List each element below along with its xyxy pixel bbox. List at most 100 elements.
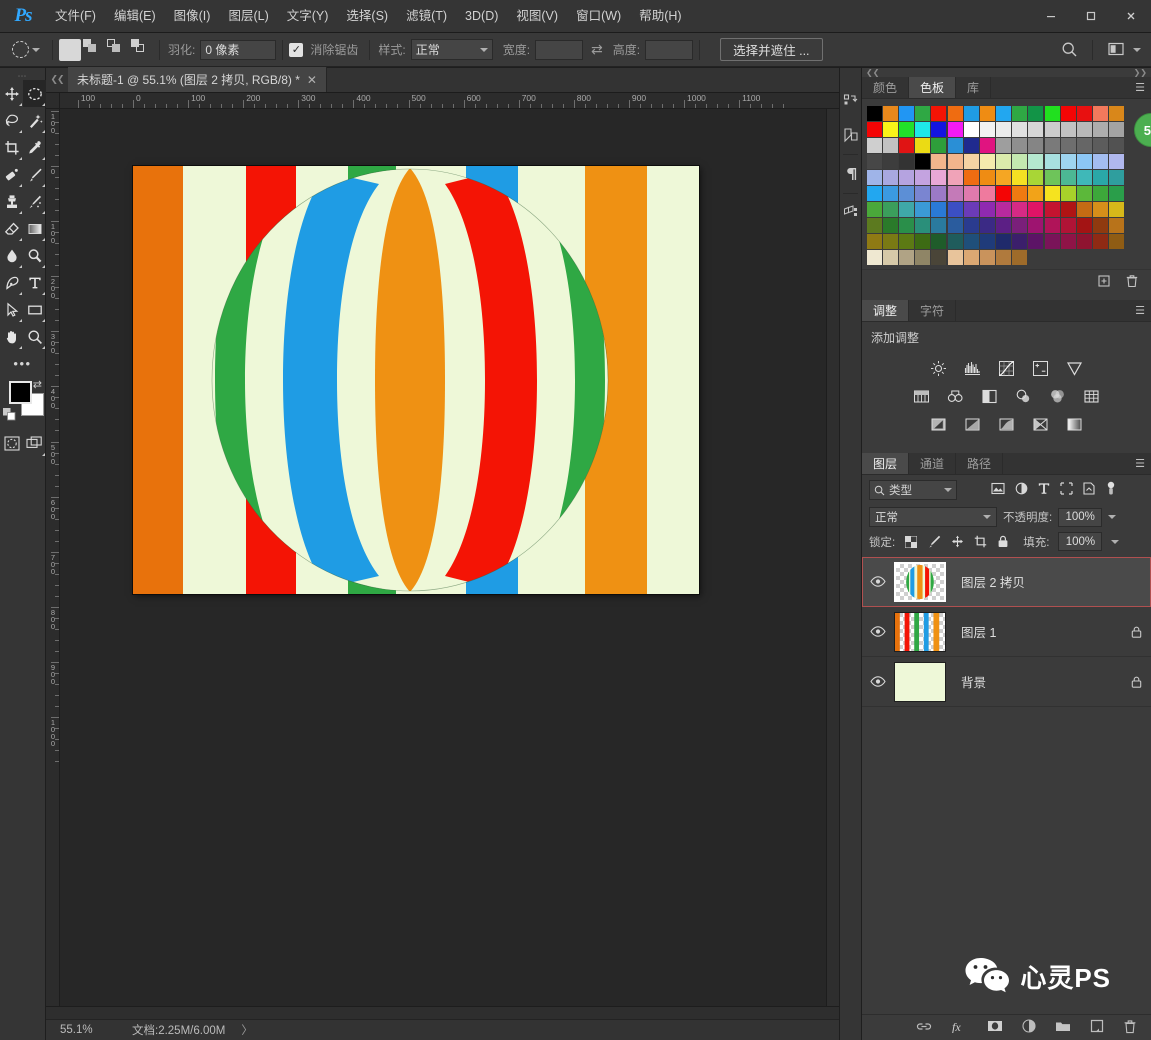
swatch-8-13[interactable] [1077,233,1093,249]
swatch-0-5[interactable] [947,105,963,121]
swatch-5-14[interactable] [1093,185,1109,201]
screen-mode-icon[interactable] [23,430,46,457]
intersect-selection-button[interactable] [131,38,153,61]
swatch-8-6[interactable] [963,233,979,249]
menu-image[interactable]: 图像(I) [165,0,220,33]
blend-mode-select[interactable]: 正常 [869,507,997,527]
link-layers-icon[interactable] [916,1021,932,1035]
swatch-4-4[interactable] [931,169,947,185]
swatch-7-3[interactable] [915,217,931,233]
swatch-6-6[interactable] [963,201,979,217]
history-icon[interactable] [840,84,861,118]
menu-window[interactable]: 窗口(W) [567,0,630,33]
layer-name[interactable]: 图层 2 拷贝 [946,572,1121,591]
zoom-tool[interactable] [23,323,46,350]
swatch-4-13[interactable] [1077,169,1093,185]
swatch-4-8[interactable] [996,169,1012,185]
layer-visibility-toggle[interactable] [862,626,894,637]
swatch-1-11[interactable] [1044,121,1060,137]
filter-smart-icon[interactable] [1083,482,1095,498]
swatch-7-8[interactable] [996,217,1012,233]
swatch-7-2[interactable] [898,217,914,233]
swatch-8-1[interactable] [882,233,898,249]
document-tab[interactable]: 未标题-1 @ 55.1% (图层 2 拷贝, RGB/8) * ✕ [68,67,327,92]
swatch-3-10[interactable] [1028,153,1044,169]
path-selection-tool[interactable] [0,296,23,323]
layer-style-fx-icon[interactable]: fx [951,1020,968,1036]
table-row[interactable]: 背景 [862,657,1151,707]
swatch-3-2[interactable] [898,153,914,169]
new-adjustment-icon[interactable] [1022,1019,1036,1036]
channel-mixer-icon[interactable] [1048,386,1068,406]
swatch-2-8[interactable] [996,137,1012,153]
swatch-6-13[interactable] [1077,201,1093,217]
levels-icon[interactable] [963,358,983,378]
swatch-1-0[interactable] [866,121,882,137]
lock-artboard-icon[interactable] [973,535,987,549]
swatch-5-2[interactable] [898,185,914,201]
selective-color-icon[interactable] [1031,414,1051,434]
document-canvas[interactable] [133,166,699,594]
dodge-tool[interactable] [23,242,46,269]
swatch-8-7[interactable] [979,233,995,249]
menu-select[interactable]: 选择(S) [337,0,397,33]
eyedropper-tool[interactable] [23,134,46,161]
minimize-button[interactable] [1031,0,1071,33]
swatch-4-9[interactable] [1012,169,1028,185]
swatch-1-8[interactable] [996,121,1012,137]
menu-help[interactable]: 帮助(H) [630,0,690,33]
swatch-0-10[interactable] [1028,105,1044,121]
fill-value[interactable]: 100% [1058,532,1103,551]
swatch-1-5[interactable] [947,121,963,137]
swatch-6-2[interactable] [898,201,914,217]
swatch-2-5[interactable] [947,137,963,153]
magic-wand-tool[interactable] [23,107,46,134]
quick-mask-icon[interactable] [0,430,23,457]
swatch-3-7[interactable] [979,153,995,169]
layer-filter-select[interactable]: 类型 [869,480,957,500]
swatch-7-15[interactable] [1109,217,1125,233]
status-expand-icon[interactable]: 〉 [241,1022,253,1038]
black-white-icon[interactable] [980,386,1000,406]
width-input[interactable] [535,39,584,60]
swatch-4-7[interactable] [979,169,995,185]
swatch-0-4[interactable] [931,105,947,121]
swatch-2-1[interactable] [882,137,898,153]
swatch-1-12[interactable] [1060,121,1076,137]
paragraph-icon[interactable] [840,157,861,191]
lasso-tool[interactable] [0,107,23,134]
panel-menu-icon[interactable]: ☰ [1129,77,1151,98]
swatch-2-9[interactable] [1012,137,1028,153]
swap-colors-icon[interactable]: ⇄ [33,378,42,391]
ruler-corner[interactable] [46,93,60,109]
swatch-3-9[interactable] [1012,153,1028,169]
layer-visibility-toggle[interactable] [862,576,894,587]
exposure-icon[interactable] [1031,358,1051,378]
eraser-tool[interactable] [0,215,23,242]
swatch-9-3[interactable] [915,249,931,265]
table-row[interactable]: 图层 1 [862,607,1151,657]
new-swatch-icon[interactable] [1097,274,1111,291]
brightness-contrast-icon[interactable] [929,358,949,378]
curves-icon[interactable] [997,358,1017,378]
swatch-1-6[interactable] [963,121,979,137]
swatch-2-4[interactable] [931,137,947,153]
layer-visibility-toggle[interactable] [862,676,894,687]
brush-tool[interactable] [23,161,46,188]
clone-stamp-tool[interactable] [0,188,23,215]
rectangle-tool[interactable] [23,296,46,323]
swatch-0-1[interactable] [882,105,898,121]
layer-name[interactable]: 背景 [946,672,1121,691]
color-lookup-icon[interactable] [1082,386,1102,406]
swatch-6-5[interactable] [947,201,963,217]
filter-toggle-icon[interactable] [1105,481,1117,500]
swatch-4-10[interactable] [1028,169,1044,185]
swatch-8-14[interactable] [1093,233,1109,249]
swatch-3-5[interactable] [947,153,963,169]
swatch-1-13[interactable] [1077,121,1093,137]
layer-thumbnail[interactable] [894,561,946,602]
swatch-5-8[interactable] [996,185,1012,201]
canvas-background[interactable] [60,109,826,1006]
swatch-1-1[interactable] [882,121,898,137]
swatch-5-4[interactable] [931,185,947,201]
